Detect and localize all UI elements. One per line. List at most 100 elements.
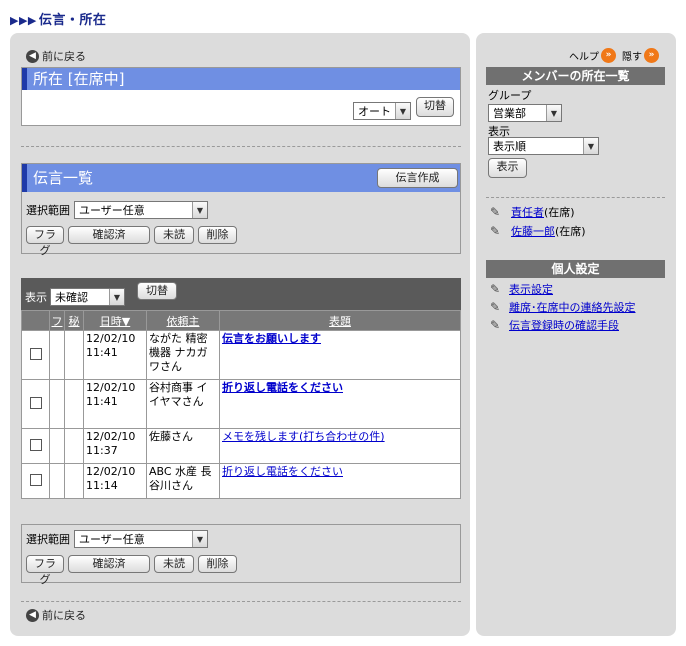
divider xyxy=(486,197,665,198)
group-label: グループ xyxy=(488,89,532,102)
personal-settings-heading: 個人設定 xyxy=(486,260,665,278)
range-select[interactable]: ユーザー任意 ▼ xyxy=(74,201,208,219)
row-checkbox[interactable] xyxy=(29,348,42,360)
chevron-down-icon: ▼ xyxy=(395,103,410,119)
table-row: 12/02/10 11:41 ながた 精密機器 ナカガワさん 伝言をお願いします xyxy=(21,330,461,380)
flag-cell xyxy=(49,330,65,380)
hide-link[interactable]: 隠す xyxy=(622,48,642,63)
chevron-down-icon: ▼ xyxy=(546,105,561,121)
double-arrow-icon[interactable]: » xyxy=(644,48,659,63)
datetime-cell: 12/02/10 11:41 xyxy=(83,379,147,429)
double-arrow-icon[interactable]: » xyxy=(601,48,616,63)
table-header-row: フ 秘 日時▼ 依頼主 表題 xyxy=(21,310,461,331)
table-row: 12/02/10 11:14 ABC 水産 長谷川さん 折り返し電話をください xyxy=(21,463,461,499)
back-arrow-icon: ◀ xyxy=(26,49,39,63)
requester-cell: 谷村商事 イイヤマさん xyxy=(146,379,220,429)
display-button[interactable]: 表示 xyxy=(488,158,527,178)
flag-cell xyxy=(49,428,65,464)
unread-button-bottom[interactable]: 未読 xyxy=(154,555,194,573)
chevron-down-icon: ▼ xyxy=(192,531,207,547)
row-checkbox[interactable] xyxy=(29,439,42,451)
presence-section: 所在 [在席中] オート ▼ 切替 xyxy=(21,67,461,126)
display-order-select[interactable]: 表示順 ▼ xyxy=(488,137,599,155)
chevron-down-icon: ▼ xyxy=(192,202,207,218)
flag-cell xyxy=(49,379,65,429)
presence-switch-button[interactable]: 切替 xyxy=(416,97,454,117)
members-heading: メンバーの所在一覧 xyxy=(486,67,665,85)
pencil-icon: ✎ xyxy=(490,282,501,296)
help-hide-links: ヘルプ » 隠す » xyxy=(569,48,659,63)
subject-link[interactable]: 伝言をお願いします xyxy=(222,332,321,345)
subject-link[interactable]: 折り返し電話をください xyxy=(222,465,343,478)
pencil-icon: ✎ xyxy=(490,318,501,332)
range-row: 選択範囲 ユーザー任意 ▼ xyxy=(26,201,208,219)
divider xyxy=(21,601,461,602)
member-item: ✎ 責任者 (在席) xyxy=(490,204,575,220)
message-list-toolbar: 表示 未確認 ▼ 切替 xyxy=(21,278,461,310)
page-title: ▶▶▶ 伝言・所在 xyxy=(10,13,107,28)
bottom-actions: 選択範囲 ユーザー任意 ▼ フラグ 確認済 未読 削除 xyxy=(21,524,461,586)
range-row-bottom: 選択範囲 ユーザー任意 ▼ xyxy=(26,530,208,548)
member-item: ✎ 佐藤一郎 (在席) xyxy=(490,223,586,239)
flag-column-header[interactable]: フ xyxy=(49,310,65,331)
divider xyxy=(21,146,461,147)
secret-column-header[interactable]: 秘 xyxy=(64,310,84,331)
confirmed-button[interactable]: 確認済 xyxy=(68,226,150,244)
table-row: 12/02/10 11:37 佐藤さん メモを残します(打ち合わせの件) xyxy=(21,428,461,464)
datetime-column-header[interactable]: 日時▼ xyxy=(83,310,147,331)
requester-column-header[interactable]: 依頼主 xyxy=(146,310,220,331)
member-name-link[interactable]: 佐藤一郎 xyxy=(511,223,555,239)
display-switch-button[interactable]: 切替 xyxy=(137,282,177,300)
contact-settings-link[interactable]: 離席･在席中の連絡先設定 xyxy=(509,299,636,315)
settings-item: ✎ 伝言登録時の確認手段 xyxy=(490,317,619,333)
settings-item: ✎ 表示設定 xyxy=(490,281,553,297)
checkbox-column-header xyxy=(21,310,50,331)
subject-column-header[interactable]: 表題 xyxy=(219,310,461,331)
range-select-bottom[interactable]: ユーザー任意 ▼ xyxy=(74,530,208,548)
delete-button[interactable]: 削除 xyxy=(198,226,237,244)
triple-arrow-icon: ▶▶▶ xyxy=(10,14,37,27)
datetime-cell: 12/02/10 11:14 xyxy=(83,463,147,499)
help-link[interactable]: ヘルプ xyxy=(569,48,599,63)
presence-heading: 所在 [在席中] xyxy=(22,68,460,90)
row-checkbox[interactable] xyxy=(29,474,42,486)
secret-cell xyxy=(64,379,84,429)
back-link-top[interactable]: ◀ 前に戻る xyxy=(26,48,86,64)
action-buttons-top: フラグ 確認済 未読 削除 xyxy=(26,226,237,257)
back-link-bottom[interactable]: ◀ 前に戻る xyxy=(26,607,86,623)
flag-cell xyxy=(49,463,65,499)
chevron-down-icon: ▼ xyxy=(109,289,124,305)
member-name-link[interactable]: 責任者 xyxy=(511,204,544,220)
pencil-icon: ✎ xyxy=(490,205,501,219)
requester-cell: 佐藤さん xyxy=(146,428,220,464)
secret-cell xyxy=(64,330,84,380)
chevron-down-icon: ▼ xyxy=(583,138,598,154)
presence-mode-select[interactable]: オート ▼ xyxy=(353,102,411,120)
secret-cell xyxy=(64,463,84,499)
subject-link[interactable]: メモを残します(打ち合わせの件) xyxy=(222,430,385,443)
datetime-cell: 12/02/10 11:37 xyxy=(83,428,147,464)
confirmed-button-bottom[interactable]: 確認済 xyxy=(68,555,150,573)
row-checkbox[interactable] xyxy=(29,397,42,409)
confirm-method-link[interactable]: 伝言登録時の確認手段 xyxy=(509,317,619,333)
settings-item: ✎ 離席･在席中の連絡先設定 xyxy=(490,299,636,315)
subject-link[interactable]: 折り返し電話をください xyxy=(222,381,343,394)
requester-cell: ながた 精密機器 ナカガワさん xyxy=(146,330,220,380)
secret-cell xyxy=(64,428,84,464)
flag-button[interactable]: フラグ xyxy=(26,226,64,257)
delete-button-bottom[interactable]: 削除 xyxy=(198,555,237,573)
messages-section: 伝言一覧 伝言作成 選択範囲 ユーザー任意 ▼ フラグ 確認済 未読 削除 xyxy=(21,163,461,257)
unread-button[interactable]: 未読 xyxy=(154,226,194,244)
flag-button-bottom[interactable]: フラグ xyxy=(26,555,64,586)
pencil-icon: ✎ xyxy=(490,300,501,314)
datetime-cell: 12/02/10 11:41 xyxy=(83,330,147,380)
action-buttons-bottom: フラグ 確認済 未読 削除 xyxy=(26,555,237,586)
pencil-icon: ✎ xyxy=(490,224,501,238)
display-filter-select[interactable]: 未確認 ▼ xyxy=(50,288,125,306)
message-table: フ 秘 日時▼ 依頼主 表題 12/02/10 11:41 ながた 精密機器 ナカ… xyxy=(21,310,461,499)
group-select[interactable]: 営業部 ▼ xyxy=(488,104,562,122)
back-arrow-icon: ◀ xyxy=(26,608,39,622)
display-settings-link[interactable]: 表示設定 xyxy=(509,281,553,297)
create-message-button[interactable]: 伝言作成 xyxy=(377,168,458,188)
requester-cell: ABC 水産 長谷川さん xyxy=(146,463,220,499)
